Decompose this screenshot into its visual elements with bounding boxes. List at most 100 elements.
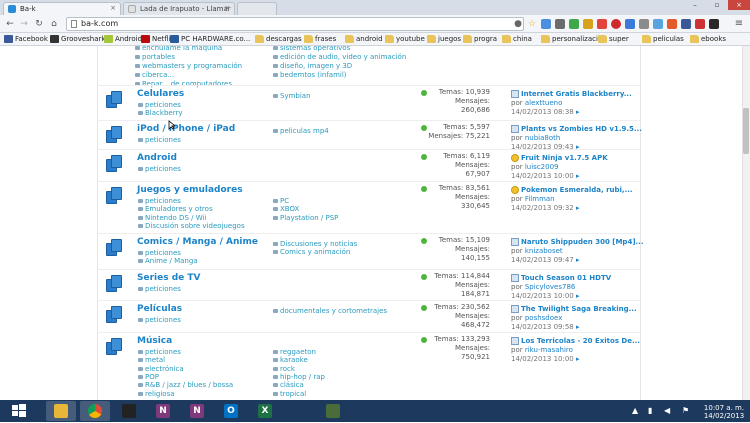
bookmark-12[interactable]: personalizacion <box>541 35 607 43</box>
bookmark-7[interactable]: android <box>345 35 383 43</box>
extension-icon[interactable] <box>555 19 565 29</box>
subforum-link[interactable]: Nintendo DS / Wii <box>138 214 206 222</box>
subforum-link[interactable]: peticiones <box>138 165 181 173</box>
subforum-link[interactable]: rock <box>273 365 295 373</box>
close-window-icon[interactable]: × <box>728 0 750 10</box>
taskbar-onenote-2[interactable]: N <box>182 401 212 421</box>
bookmark-1[interactable]: Grooveshark <box>50 35 105 43</box>
extension-icon[interactable] <box>625 19 635 29</box>
taskbar-presentation[interactable] <box>318 401 348 421</box>
go-to-post-icon[interactable]: ▸ <box>574 292 580 300</box>
subforum-link[interactable]: peticiones <box>138 285 181 293</box>
subforum-link[interactable]: Comics y animación <box>273 248 350 256</box>
subforum-link[interactable]: hip-hop / rap <box>273 373 325 381</box>
forum-title[interactable]: Celulares <box>137 89 184 99</box>
subforum-link[interactable]: peliculas mp4 <box>273 127 329 135</box>
subforum-link[interactable]: peticiones <box>138 249 181 257</box>
bookmark-11[interactable]: china <box>502 35 532 43</box>
subforum-link[interactable]: karaoke <box>273 356 308 364</box>
subforum-link[interactable]: peticiones <box>138 101 181 109</box>
bookmark-0[interactable]: Facebook <box>4 35 48 43</box>
subforum-link[interactable]: tropical <box>273 390 306 398</box>
last-post-author[interactable]: nubia8oth <box>525 134 560 142</box>
taskbar-onenote[interactable]: N <box>148 401 178 421</box>
subforum-link[interactable]: edición de audio, video y animación <box>273 53 406 61</box>
back-icon[interactable]: ← <box>4 18 16 30</box>
taskbar-file-explorer[interactable] <box>46 401 76 421</box>
last-post-author[interactable]: knizaboset <box>525 247 563 255</box>
taskbar-excel[interactable]: X <box>250 401 280 421</box>
subforum-link[interactable]: Symbian <box>273 92 311 100</box>
reload-icon[interactable]: ↻ <box>33 18 45 30</box>
flag-icon[interactable]: ⚑ <box>682 406 689 415</box>
subforum-link[interactable]: Blackberry <box>138 109 182 117</box>
last-post-author[interactable]: luisc2009 <box>525 163 559 171</box>
bookmark-10[interactable]: progra <box>463 35 497 43</box>
subforum-link[interactable]: R&B / jazz / blues / bossa <box>138 381 233 389</box>
bookmark-star-icon[interactable]: ☆ <box>526 18 538 30</box>
tab-lada-irapuato[interactable]: Lada de Irapuato - Llamar × <box>123 2 235 15</box>
bookmark-9[interactable]: juegos <box>427 35 461 43</box>
taskbar-chrome[interactable] <box>80 401 110 421</box>
subforum-link[interactable]: electrónica <box>138 365 184 373</box>
last-post-title[interactable]: Naruto Shippuden 300 [Mp4]... <box>511 238 644 247</box>
subforum-link[interactable]: bedemtos (infamil) <box>273 71 347 79</box>
last-post-author[interactable]: alexttueno <box>525 99 563 107</box>
last-post-title[interactable]: Fruit Ninja v1.7.5 APK <box>511 154 636 163</box>
go-to-post-icon[interactable]: ▸ <box>574 172 580 180</box>
extension-icon[interactable] <box>541 19 551 29</box>
forum-title[interactable]: Comics / Manga / Anime <box>137 237 258 247</box>
bookmark-8[interactable]: youtube <box>385 35 425 43</box>
taskbar-cursor-app[interactable] <box>114 401 144 421</box>
go-to-post-icon[interactable]: ▸ <box>574 323 580 331</box>
subforum-link[interactable]: Repar... de computadores <box>135 80 232 88</box>
subforum-link[interactable]: enchulame la maquina <box>135 46 222 52</box>
taskbar-outlook[interactable]: O <box>216 401 246 421</box>
close-tab-icon[interactable]: × <box>224 4 230 12</box>
subforum-link[interactable]: diseño, imagen y 3D <box>273 62 352 70</box>
go-to-post-icon[interactable]: ▸ <box>574 108 580 116</box>
forum-title[interactable]: Juegos y emuladores <box>137 185 243 195</box>
bookmark-14[interactable]: peliculas <box>642 35 684 43</box>
extension-icon[interactable] <box>681 19 691 29</box>
close-tab-icon[interactable]: × <box>110 4 116 12</box>
menu-icon[interactable]: ≡ <box>733 18 745 30</box>
extension-icon[interactable] <box>569 19 579 29</box>
last-post-author[interactable]: Filmman <box>525 195 555 203</box>
forum-title[interactable]: Música <box>137 336 172 346</box>
last-post-author[interactable]: poshsdoex <box>525 314 563 322</box>
extension-icon[interactable] <box>639 19 649 29</box>
subforum-link[interactable]: webmasters y programación <box>135 62 242 70</box>
bookmark-4[interactable]: PC HARDWARE.co... <box>170 35 250 43</box>
subforum-link[interactable]: Discusiones y noticias <box>273 240 357 248</box>
forum-title[interactable]: Series de TV <box>137 273 201 283</box>
subforum-link[interactable]: peticiones <box>138 316 181 324</box>
forum-title[interactable]: Películas <box>137 304 182 314</box>
bookmark-5[interactable]: descargas <box>255 35 302 43</box>
subforum-link[interactable]: peticiones <box>138 348 181 356</box>
bookmark-15[interactable]: ebooks <box>690 35 726 43</box>
subforum-link[interactable]: metal <box>138 356 165 364</box>
subforum-link[interactable]: religiosa <box>138 390 175 398</box>
subforum-link[interactable]: clásica <box>273 381 304 389</box>
subforum-link[interactable]: reggaeton <box>273 348 316 356</box>
forward-icon[interactable]: → <box>18 18 30 30</box>
extension-icon[interactable] <box>695 19 705 29</box>
extension-icon[interactable] <box>611 19 621 29</box>
subforum-link[interactable]: XBOX <box>273 205 299 213</box>
subforum-link[interactable]: portables <box>135 53 175 61</box>
tray-arrow-icon[interactable]: ▲ <box>632 406 638 415</box>
subforum-link[interactable]: Playstation / PSP <box>273 214 338 222</box>
last-post-author[interactable]: Spicyloves786 <box>525 283 576 291</box>
maximize-icon[interactable]: ▫ <box>706 0 728 10</box>
extension-icon[interactable] <box>709 19 719 29</box>
last-post-title[interactable]: Pokemon Esmeralda, rubi,... <box>511 186 636 195</box>
subforum-link[interactable]: PC <box>273 197 289 205</box>
extension-icon[interactable] <box>653 19 663 29</box>
go-to-post-icon[interactable]: ▸ <box>574 204 580 212</box>
start-button[interactable] <box>4 401 34 421</box>
go-to-post-icon[interactable]: ▸ <box>574 256 580 264</box>
subforum-link[interactable]: ciberca... <box>135 71 174 79</box>
bookmark-13[interactable]: super <box>598 35 629 43</box>
last-post-title[interactable]: The Twilight Saga Breaking... <box>511 305 637 314</box>
